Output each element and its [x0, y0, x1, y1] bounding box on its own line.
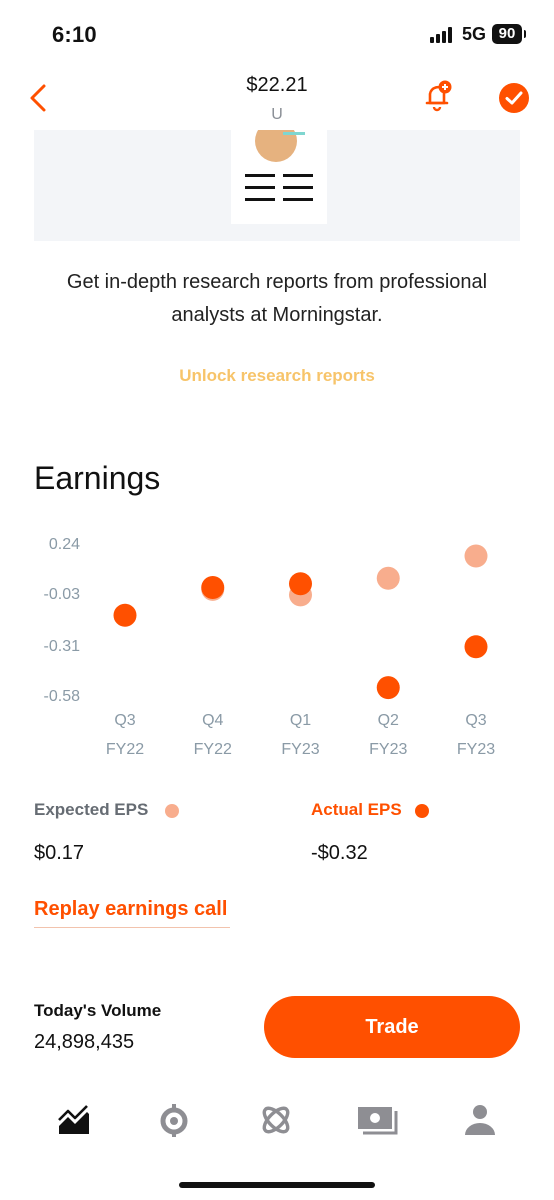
x-tick-label: Q2 [378, 712, 399, 729]
report-document-icon [231, 130, 327, 224]
x-tick-label: FY23 [457, 741, 495, 758]
trade-button[interactable]: Trade [264, 996, 520, 1058]
x-tick-label: Q4 [202, 712, 223, 729]
ticker-symbol: U [271, 106, 283, 123]
y-tick-label: 0.24 [49, 536, 80, 553]
x-tick-label: Q3 [114, 712, 135, 729]
y-tick-label: -0.03 [44, 586, 81, 603]
expected-eps-dot [165, 804, 179, 818]
home-indicator [179, 1182, 375, 1188]
status-time: 6:10 [52, 22, 97, 47]
unlock-research-link[interactable]: Unlock research reports [0, 366, 554, 386]
actual-eps-dot [415, 804, 429, 818]
tab-cash[interactable] [348, 1090, 408, 1150]
x-tick-label: FY23 [369, 741, 407, 758]
expected-eps-point [464, 544, 488, 568]
signal-icon [430, 27, 456, 43]
todays-volume-label: Today's Volume [34, 1001, 162, 1020]
expected-eps-point [376, 566, 400, 590]
cash-icon [358, 1107, 398, 1135]
y-tick-label: -0.58 [44, 688, 81, 705]
x-tick-label: FY22 [194, 741, 232, 758]
x-tick-label: Q1 [290, 712, 311, 729]
earnings-chart: 0.24 -0.03 -0.31 -0.58 Q3 FY22 Q4 FY22 Q1 FY23 Q2 F… [44, 536, 496, 758]
tab-account[interactable] [450, 1090, 510, 1150]
research-description: Get in-depth research reports from profe… [66, 271, 488, 326]
x-tick-label: FY22 [106, 741, 144, 758]
chart-icon [58, 1105, 89, 1134]
research-report-illustration [34, 130, 520, 241]
tab-discover[interactable] [246, 1090, 306, 1150]
checkmark-icon [505, 91, 523, 105]
x-tick-label: FY23 [281, 741, 319, 758]
actual-eps-point [376, 676, 400, 700]
tab-crypto[interactable] [144, 1090, 204, 1150]
actual-eps-label: Actual EPS [311, 800, 402, 819]
account-icon [465, 1105, 495, 1135]
replay-earnings-call-link[interactable]: Replay earnings call [34, 898, 230, 928]
discover-icon [262, 1106, 290, 1134]
tab-investing[interactable] [44, 1090, 104, 1150]
battery-icon: 90 [492, 24, 526, 44]
bottom-tab-bar [0, 1090, 554, 1160]
crypto-icon [160, 1104, 188, 1137]
bell-plus-icon [425, 80, 452, 112]
actual-eps-point [201, 575, 225, 599]
todays-volume-value: 24,898,435 [34, 1031, 135, 1053]
expected-eps-value: $0.17 [34, 842, 85, 864]
y-tick-label: -0.31 [44, 638, 81, 655]
x-tick-label: Q3 [465, 712, 486, 729]
actual-eps-value: -$0.32 [311, 842, 368, 864]
actual-eps-point [113, 603, 137, 627]
actual-eps-point [289, 572, 312, 596]
expected-eps-label: Expected EPS [34, 800, 149, 819]
status-bar: 6:10 5G 90 [0, 0, 554, 70]
header: $22.21 U [0, 70, 554, 130]
actual-eps-point [464, 635, 488, 659]
network-type: 5G [462, 24, 487, 44]
watchlist-check-button[interactable] [499, 83, 529, 113]
stock-price: $22.21 [246, 74, 308, 96]
add-alert-button[interactable] [420, 78, 456, 114]
earnings-title: Earnings [34, 460, 161, 496]
